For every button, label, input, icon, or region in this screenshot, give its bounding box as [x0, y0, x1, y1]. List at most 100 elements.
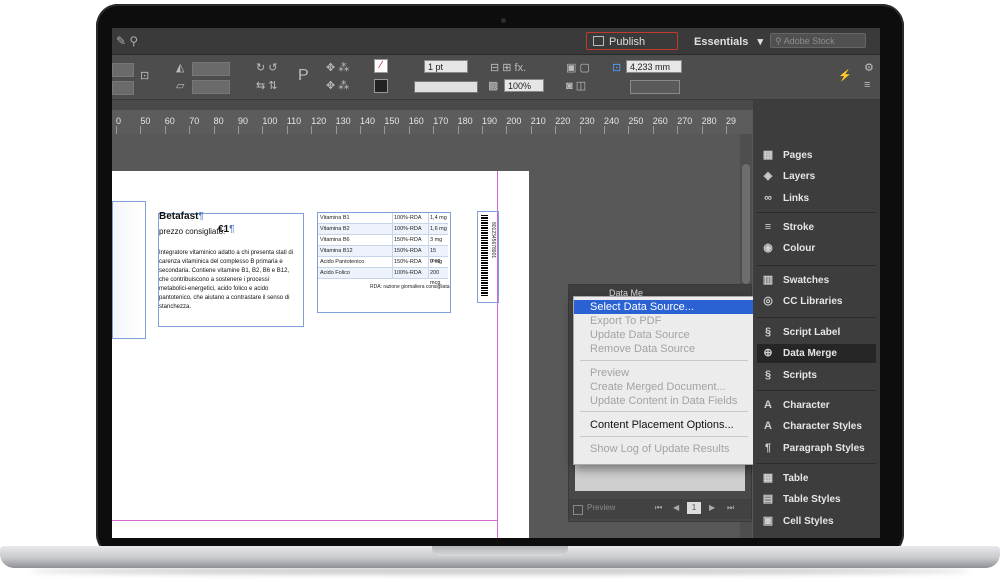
- panel-item-character[interactable]: A Character: [757, 396, 876, 415]
- autofit-icon[interactable]: ◙ ◫: [566, 79, 586, 92]
- first-record-icon[interactable]: ⏮: [655, 503, 662, 513]
- fx-icon[interactable]: ⊟ ⊞ fx.: [490, 61, 526, 74]
- ruler-tick: [140, 126, 142, 134]
- prev-record-icon[interactable]: ◀: [673, 503, 679, 512]
- record-number-field[interactable]: 1: [687, 502, 701, 514]
- panel-item-character-styles[interactable]: A Character Styles: [757, 417, 876, 436]
- ruler-label: 70: [189, 116, 200, 126]
- last-record-icon[interactable]: ⏭: [727, 503, 734, 513]
- publish-online-button[interactable]: Publish Online: [586, 32, 678, 66]
- stroke-type-select[interactable]: [414, 81, 478, 93]
- panel-item-paragraph-styles[interactable]: ¶ Paragraph Styles: [757, 439, 876, 458]
- ruler-label: 220: [555, 116, 571, 126]
- ref-field-2[interactable]: [112, 81, 134, 95]
- shear-field[interactable]: [192, 80, 230, 94]
- preview-checkbox[interactable]: [573, 505, 583, 515]
- style-select[interactable]: [630, 80, 680, 94]
- ruler-label: 260: [652, 116, 668, 126]
- select-container-icon[interactable]: ✥ ⁂: [326, 61, 349, 74]
- fit-frame-icon[interactable]: ⊡: [612, 61, 621, 74]
- price-label: prezzo consigliato:: [159, 227, 226, 236]
- price-value: €1¶: [218, 224, 235, 235]
- panel-group-divider: [757, 212, 876, 213]
- scroll-thumb[interactable]: [742, 164, 750, 284]
- panel-item-pages[interactable]: ▦ Pages: [757, 146, 876, 165]
- ruler-tick: [116, 126, 117, 134]
- panel-group-divider: [757, 390, 876, 391]
- ruler-label: 120: [311, 116, 327, 126]
- panel-item-table-styles[interactable]: ▤ Table Styles: [757, 490, 876, 509]
- panel-item-data-merge[interactable]: ⊕ Data Merge: [757, 344, 876, 364]
- product-description: Integratore vitaminico adatto a chi pres…: [159, 250, 294, 310]
- panel-item-label: Script Label: [783, 327, 841, 338]
- panel-item-label: Swatches: [783, 275, 830, 286]
- preview-label: Preview: [587, 503, 616, 512]
- barcode-frame[interactable]: 8012345678901: [477, 211, 499, 303]
- constrain-icon[interactable]: ⊡: [140, 69, 149, 82]
- panel-item-label: Layers: [783, 171, 816, 183]
- table-cell-rda: 150%-RDA: [394, 237, 422, 243]
- ruler-label: 130: [335, 116, 351, 126]
- image-frame[interactable]: [112, 201, 146, 339]
- panel-dock: ▦ Pages ◈ Layers ∞ Links ≡ Stroke ◉ Colour ▥ Swatch…: [753, 100, 880, 538]
- quick-apply-icon[interactable]: ⚡: [838, 69, 852, 82]
- panel-item-label: Scripts: [783, 369, 817, 381]
- ruler-tick: [604, 126, 605, 134]
- ruler-label: 240: [604, 116, 620, 126]
- panel-item-scripts[interactable]: § Scripts: [757, 366, 876, 385]
- panel-item-swatches[interactable]: ▥ Swatches: [757, 271, 876, 290]
- stroke-swatch-icon[interactable]: [374, 79, 388, 93]
- camera-icon: [501, 18, 506, 23]
- ref-field-1[interactable]: [112, 63, 134, 77]
- ruler-label: 29: [726, 116, 737, 126]
- cc-libraries-icon: ◎: [763, 295, 773, 308]
- menu-item-select-data-source[interactable]: Select Data Source...: [574, 300, 754, 314]
- opacity-field[interactable]: 100%: [504, 79, 544, 92]
- panel-item-stroke[interactable]: ≡ Stroke: [757, 218, 876, 237]
- tool-icons[interactable]: ✎ ⚲: [116, 34, 138, 48]
- rotate-cw-icon[interactable]: ↻ ↺: [256, 61, 278, 74]
- stroke-icon: ≡: [764, 221, 772, 233]
- width-field[interactable]: 4,233 mm: [626, 60, 682, 73]
- menu-icon[interactable]: ≡: [864, 79, 870, 91]
- screen: ✎ ⚲ Publish Online Essentials ▾ ⚲ Adobe …: [112, 28, 880, 538]
- ruler-label: 0: [116, 116, 122, 126]
- barcode-bars: [481, 215, 488, 297]
- stroke-weight-field[interactable]: 1 pt: [424, 60, 468, 73]
- panel-item-table[interactable]: ▦ Table: [757, 469, 876, 488]
- menu-item-content-placement-options[interactable]: Content Placement Options...: [574, 418, 754, 432]
- panel-item-cc-libraries[interactable]: ◎ CC Libraries: [757, 292, 876, 311]
- ruler-tick: [408, 126, 410, 134]
- wrap-icon[interactable]: ▣ ▢: [566, 61, 590, 74]
- p-icon: P: [298, 67, 309, 84]
- gear-icon[interactable]: ⚙: [864, 61, 874, 74]
- adobe-stock-search-input[interactable]: ⚲ Adobe Stock: [770, 33, 866, 48]
- fill-swatch-icon[interactable]: ⁄: [374, 59, 388, 73]
- workspace-switcher[interactable]: Essentials ▾: [694, 35, 763, 48]
- flip-icon[interactable]: ⇆ ⇅: [256, 79, 278, 92]
- search-icon: ⚲: [775, 36, 784, 46]
- panel-item-cell-styles[interactable]: ▣ Cell Styles: [757, 512, 876, 531]
- panel-item-label: Links: [783, 192, 810, 204]
- control-bar: ⊡ ◭ ▱ ↻ ↺ ⇆ ⇅ P ✥ ⁂ ✥ ⁂ ⁄ 1 pt ⊟ ⊞ fx. ▩…: [112, 55, 880, 100]
- panel-group-divider: [757, 265, 876, 266]
- table-cell-name: Vitamina B6: [320, 237, 350, 243]
- panel-item-colour[interactable]: ◉ Colour: [757, 239, 876, 258]
- panel-item-layers[interactable]: ◈ Layers: [757, 167, 876, 186]
- select-content-icon[interactable]: ✥ ⁂: [326, 79, 349, 92]
- menu-item-export-to-pdf: Export To PDF: [590, 315, 662, 327]
- ruler-tick: [311, 126, 313, 134]
- ruler-label: 110: [286, 116, 302, 126]
- menu-separator: [580, 411, 748, 412]
- menu-item-preview: Preview: [590, 367, 630, 379]
- panel-item-script-label[interactable]: § Script Label: [757, 323, 876, 342]
- panel-item-label: CC Libraries: [783, 296, 843, 308]
- panel-item-links[interactable]: ∞ Links: [757, 189, 876, 208]
- panel-group-divider: [757, 463, 876, 464]
- ruler-tick: [628, 126, 630, 134]
- panel-item-label: Table Styles: [783, 494, 841, 506]
- next-record-icon[interactable]: ▶: [709, 503, 715, 512]
- ruler-label: 250: [628, 116, 644, 126]
- ruler-label: 230: [579, 116, 595, 126]
- scale-x-field[interactable]: [192, 62, 230, 76]
